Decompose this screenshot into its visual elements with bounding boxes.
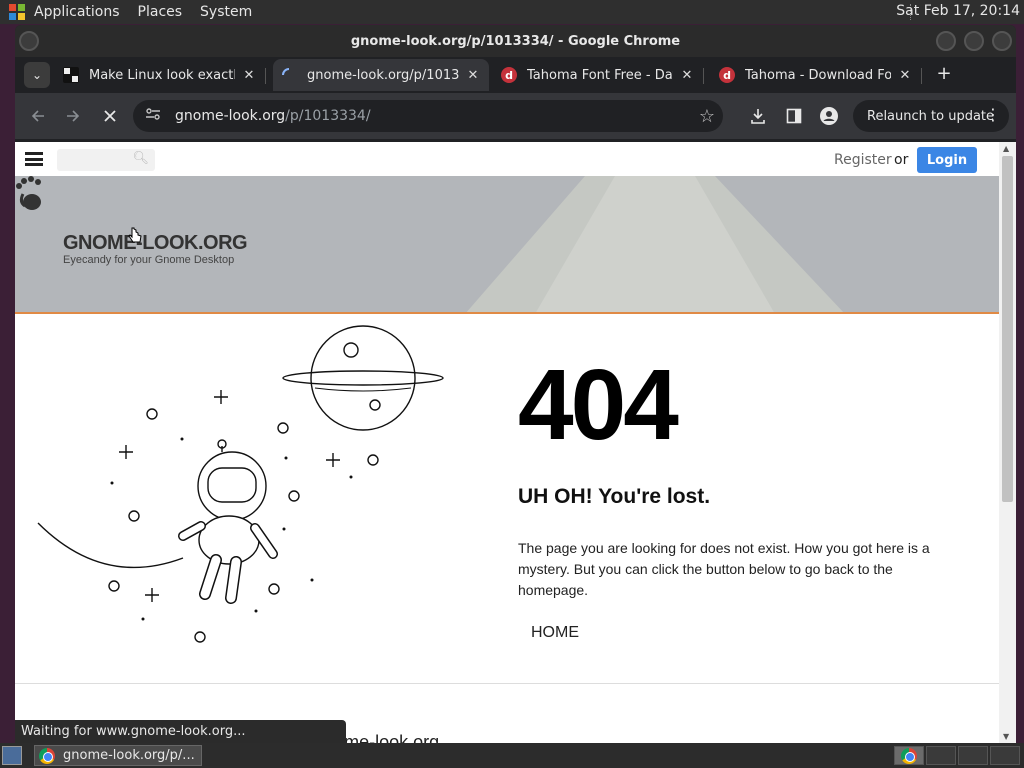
error-code: 404	[518, 349, 679, 461]
scroll-down-icon[interactable]: ▼	[1003, 732, 1009, 741]
chrome-icon	[901, 748, 917, 764]
url-path: /p/1013334/	[285, 108, 371, 124]
workspace-4[interactable]	[990, 746, 1020, 765]
tab-title: Tahoma Font Free - Dafo	[527, 67, 673, 83]
workspace-1[interactable]	[894, 746, 924, 765]
workspace-3[interactable]	[958, 746, 988, 765]
url-host: gnome-look.org	[175, 108, 286, 124]
stop-loading-icon[interactable]	[98, 104, 122, 128]
window-menu-button[interactable]	[19, 31, 39, 51]
tab-title: Tahoma - Download Font	[745, 67, 891, 83]
tab-title: Make Linux look exactly li	[89, 67, 235, 83]
taskbar-window-chrome[interactable]: gnome-look.org/p/...	[34, 745, 202, 766]
tab-search-button[interactable]: ⌄	[24, 62, 50, 88]
close-tab-icon[interactable]: ✕	[679, 68, 695, 83]
applications-menu[interactable]: Applications	[34, 4, 120, 20]
profile-avatar-icon[interactable]	[817, 104, 841, 128]
tab-strip: ⌄ Make Linux look exactly li ✕ gnome-loo…	[15, 57, 1016, 93]
hamburger-menu-icon[interactable]	[25, 152, 43, 166]
home-button[interactable]: HOME	[531, 624, 579, 642]
content-divider	[15, 683, 999, 684]
tab-title: gnome-look.org/p/101333	[307, 67, 459, 83]
hand-cursor-icon	[128, 227, 142, 243]
error-title: UH OH! You're lost.	[518, 485, 711, 508]
login-button[interactable]: Login	[917, 147, 977, 173]
dafont-icon: d	[501, 67, 517, 83]
top-panel: Applications Places System Sat Feb 17, 2…	[0, 0, 1024, 24]
astronaut-illustration	[37, 325, 444, 643]
forward-arrow-icon[interactable]	[61, 104, 85, 128]
site-banner: GNOME-LOOK.ORG Eyecandy for your Gnome D…	[15, 176, 999, 314]
clock[interactable]: Sat Feb 17, 20:14	[896, 3, 1020, 19]
maximize-button[interactable]	[964, 31, 984, 51]
minimize-button[interactable]	[936, 31, 956, 51]
site-search-input[interactable]: 🔍︎	[57, 149, 155, 171]
kebab-menu-icon[interactable]: ⋮	[985, 105, 1001, 124]
taskbar-window-label: gnome-look.org/p/...	[63, 748, 195, 763]
tab-tahoma-dafont[interactable]: d Tahoma Font Free - Dafo ✕	[493, 59, 704, 91]
search-icon[interactable]: 🔍︎	[132, 151, 149, 166]
chrome-window: gnome-look.org/p/1013334/ - Google Chrom…	[15, 25, 1016, 743]
page-scrollbar[interactable]: ▲ ▼	[999, 142, 1016, 743]
gnome-foot-logo-icon[interactable]	[15, 176, 45, 212]
relaunch-to-update-button[interactable]: Relaunch to update ⋮	[853, 100, 1009, 132]
window-titlebar[interactable]: gnome-look.org/p/1013334/ - Google Chrom…	[15, 25, 1016, 57]
close-tab-icon[interactable]: ✕	[241, 68, 257, 83]
tab-gnome-look[interactable]: gnome-look.org/p/101333 ✕	[273, 59, 489, 91]
register-link[interactable]: Register	[834, 152, 892, 168]
tab-separator	[265, 68, 266, 84]
download-icon[interactable]	[746, 104, 770, 128]
browser-toolbar: gnome-look.org/p/1013334/ ☆ Relaunch to …	[15, 93, 1016, 139]
scroll-up-icon[interactable]: ▲	[1003, 144, 1009, 153]
dark-square-icon	[63, 67, 79, 83]
tab-separator	[703, 68, 704, 84]
window-title: gnome-look.org/p/1013334/ - Google Chrom…	[350, 33, 681, 49]
gnome-foot-icon[interactable]	[6, 2, 28, 22]
show-desktop-button[interactable]	[2, 746, 22, 765]
tab-tahoma-download[interactable]: d Tahoma - Download Font ✕	[711, 59, 922, 91]
back-arrow-icon[interactable]	[26, 104, 50, 128]
page-viewport: 🔍︎ Register or Login GNOME-LOOK.ORG Eyec…	[15, 142, 1016, 743]
tab-separator	[921, 68, 922, 84]
bottom-taskbar: gnome-look.org/p/...	[0, 743, 1024, 768]
error-description: The page you are looking for does not ex…	[518, 540, 930, 598]
workspace-2[interactable]	[926, 746, 956, 765]
site-logo-tagline: Eyecandy for your Gnome Desktop	[63, 254, 235, 266]
new-tab-plus-icon[interactable]: +	[934, 63, 954, 84]
loading-spinner-icon	[281, 67, 297, 83]
close-tab-icon[interactable]: ✕	[465, 68, 481, 83]
tab-make-linux[interactable]: Make Linux look exactly li ✕	[55, 59, 266, 91]
close-window-button[interactable]	[992, 31, 1012, 51]
scrollbar-thumb[interactable]	[1002, 156, 1013, 502]
bookmark-star-icon[interactable]: ☆	[699, 106, 715, 127]
site-header: 🔍︎ Register or Login	[15, 142, 999, 176]
address-bar[interactable]: gnome-look.org/p/1013334/ ☆	[133, 100, 723, 132]
chrome-icon	[39, 747, 55, 764]
dafont-icon: d	[719, 67, 735, 83]
close-tab-icon[interactable]: ✕	[897, 68, 913, 83]
site-info-icon[interactable]	[145, 107, 163, 125]
side-panel-icon[interactable]	[782, 104, 806, 128]
or-text: or	[894, 152, 909, 168]
chevron-down-icon: ⌄	[31, 68, 43, 82]
system-menu[interactable]: System	[200, 4, 252, 20]
places-menu[interactable]: Places	[138, 4, 183, 20]
relaunch-label: Relaunch to update	[867, 108, 995, 124]
status-bubble: Waiting for www.gnome-look.org...	[15, 720, 346, 743]
site-logo-text[interactable]: GNOME-LOOK.ORG	[63, 232, 248, 255]
